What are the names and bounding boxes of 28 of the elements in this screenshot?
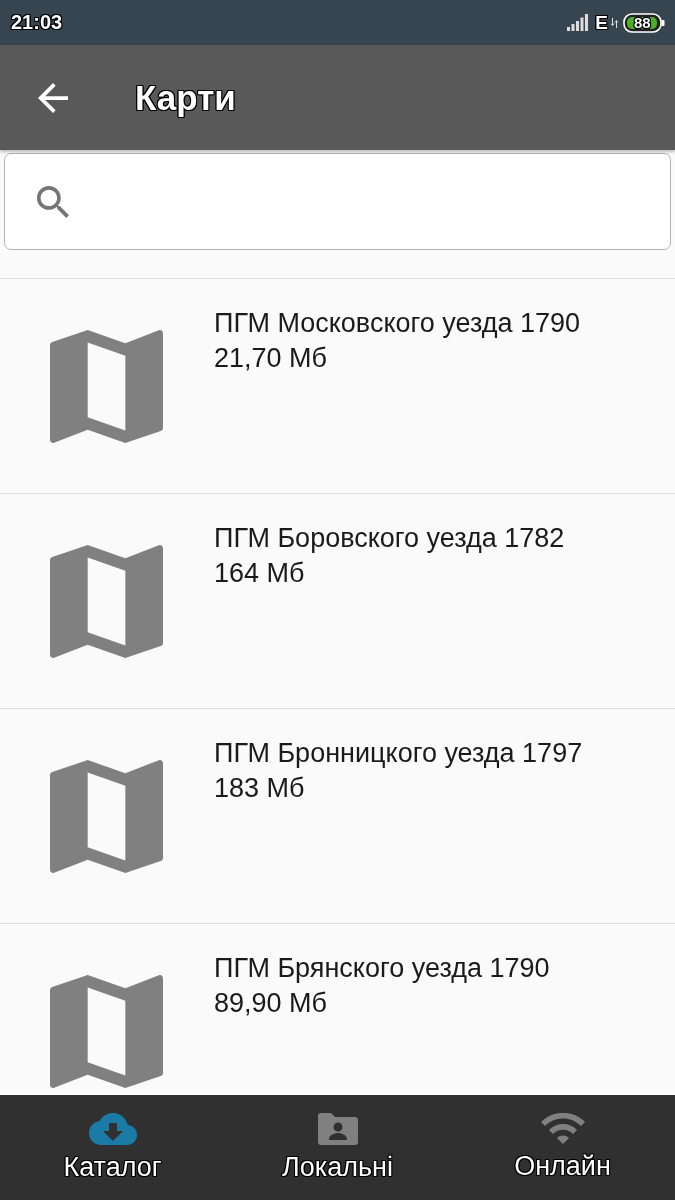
map-file-size: 21,70 Мб (214, 342, 328, 375)
nav-tab[interactable]: Локальні (225, 1095, 450, 1200)
nav-tab[interactable]: Каталог (0, 1095, 225, 1200)
network-type: E (595, 11, 608, 34)
battery-icon (623, 12, 665, 33)
status-time: 21:03 (11, 11, 63, 34)
map-icon (50, 975, 163, 1088)
folder-person-icon (317, 1113, 358, 1145)
map-file-size: 89,90 Мб (214, 987, 328, 1020)
transfer-arrows-icon (611, 17, 618, 28)
map-title[interactable]: ПГМ Московского уезда 1790 (214, 306, 581, 341)
map-title[interactable]: ПГМ Брянского уезда 1790 (214, 951, 550, 986)
map-file-size: 183 Мб (214, 772, 305, 805)
screen-title: Карти (135, 77, 236, 118)
map-file-size: 164 Мб (214, 557, 305, 590)
map-icon (50, 330, 163, 443)
map-icon (50, 760, 163, 873)
cloud-download-icon (88, 1113, 137, 1145)
search-field[interactable] (4, 153, 671, 250)
map-icon (50, 545, 163, 658)
signal-bars-icon (567, 14, 589, 31)
map-title[interactable]: ПГМ Бронницкого уезда 1797 (214, 736, 583, 771)
map-title[interactable]: ПГМ Боровского уезда 1782 (214, 521, 565, 556)
nav-tab[interactable]: Онлайн (450, 1095, 675, 1200)
wifi-icon (540, 1113, 585, 1144)
back-arrow-icon[interactable] (38, 82, 68, 113)
battery-percent: 88 (634, 13, 651, 32)
search-icon (37, 185, 69, 218)
